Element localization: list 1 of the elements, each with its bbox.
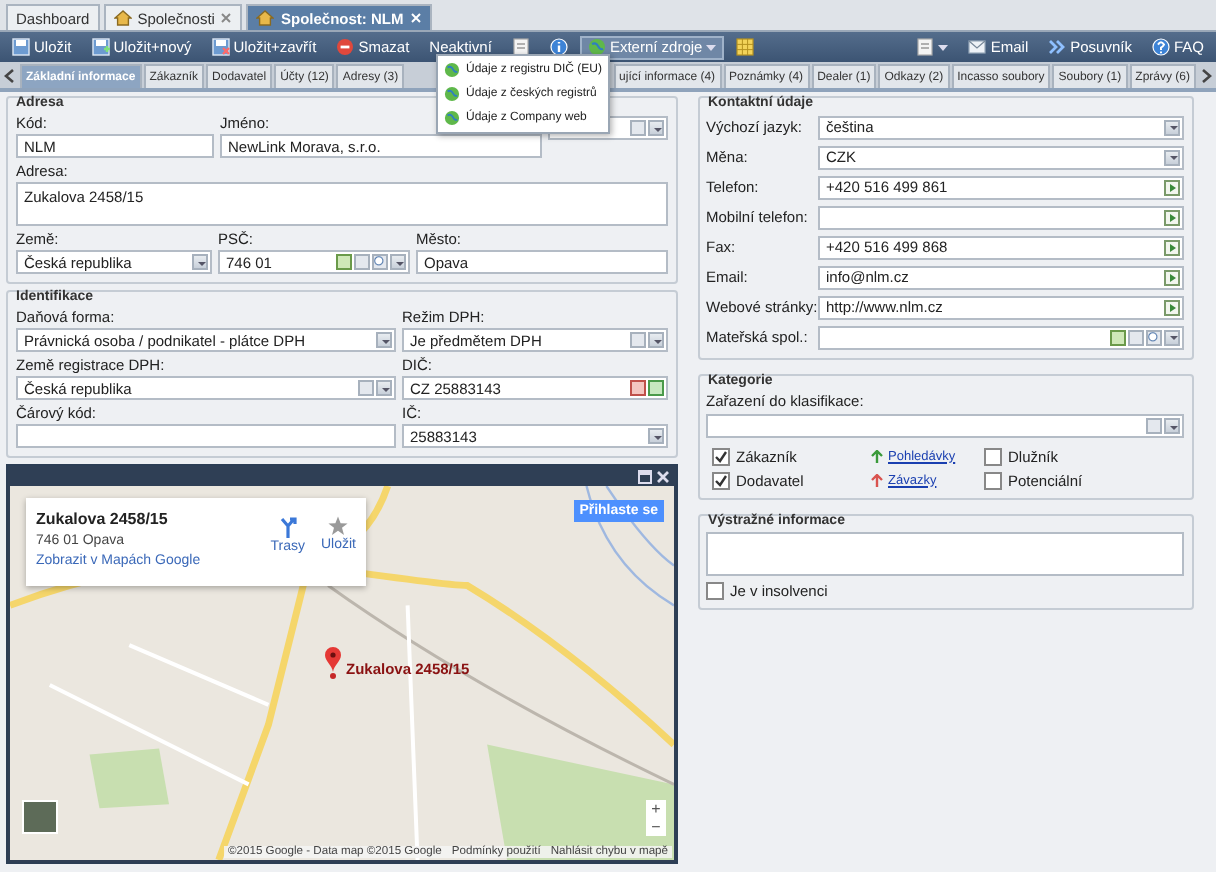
place-title: Zukalova 2458/15 bbox=[36, 510, 170, 528]
